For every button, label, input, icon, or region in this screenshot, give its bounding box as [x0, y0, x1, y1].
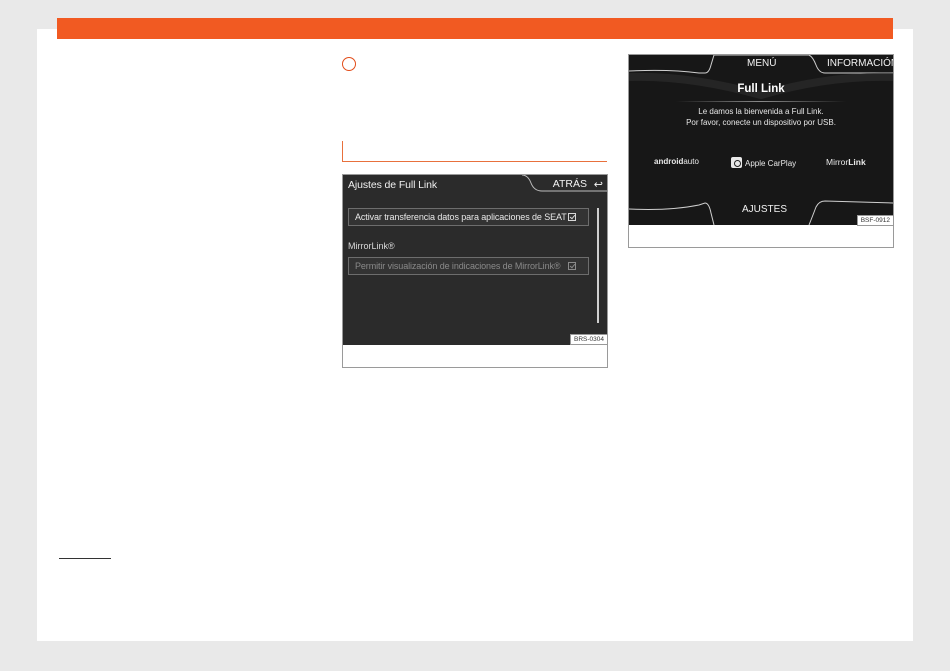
- tab-settings[interactable]: AJUSTES: [742, 204, 787, 215]
- figure-full-link-settings: Ajustes de Full Link ATRÁS ↩ Activar tra…: [342, 174, 608, 368]
- back-button[interactable]: ATRÁS: [553, 178, 587, 190]
- setting-label: Activar transferencia datos para aplicac…: [355, 212, 567, 222]
- carplay-label: Apple CarPlay: [745, 159, 797, 168]
- mirrorlink-logo-prefix: Mirror: [826, 157, 849, 167]
- apple-carplay-button[interactable]: Apple CarPlay: [731, 157, 796, 168]
- screen-title: Full Link: [737, 83, 785, 95]
- welcome-screen: MENÚ INFORMACIÓN Full Link Le damos la b…: [629, 55, 893, 225]
- section-divider-tick: [342, 141, 343, 162]
- welcome-message: Le damos la bienvenida a Full Link.: [698, 107, 824, 116]
- android-auto-logo-suffix: auto: [683, 157, 699, 166]
- setting-row-seat-apps[interactable]: Activar transferencia datos para aplicac…: [348, 208, 589, 226]
- settings-screen: Ajustes de Full Link ATRÁS ↩ Activar tra…: [343, 175, 607, 345]
- carplay-icon: [731, 157, 742, 168]
- figure-code: BSF-0912: [856, 215, 894, 226]
- title-divider: [676, 101, 846, 102]
- setting-label: Permitir visualización de indicaciones d…: [355, 261, 561, 271]
- mirrorlink-section-label: MirrorLink®: [348, 241, 395, 251]
- checkbox-checked-icon[interactable]: [568, 262, 576, 270]
- figure-full-link-welcome: MENÚ INFORMACIÓN Full Link Le damos la b…: [628, 54, 894, 248]
- figure-code: BRS-0304: [570, 334, 608, 345]
- android-auto-button[interactable]: androidauto: [654, 157, 699, 166]
- setting-row-mirrorlink[interactable]: Permitir visualización de indicaciones d…: [348, 257, 589, 275]
- connect-instruction: Por favor, conecte un dispositivo por US…: [686, 118, 836, 127]
- screen-title: Ajustes de Full Link: [348, 179, 438, 191]
- android-auto-logo-prefix: android: [654, 157, 684, 166]
- mirrorlink-button[interactable]: MirrorLink: [826, 157, 866, 167]
- scrollbar[interactable]: [597, 208, 599, 323]
- screen-frame-decoration: [629, 55, 893, 225]
- header-bar: [57, 18, 893, 39]
- mirrorlink-logo-suffix: Link: [848, 157, 866, 167]
- checkbox-checked-icon[interactable]: [568, 213, 576, 221]
- section-divider: [342, 161, 607, 162]
- info-circle-icon: [342, 57, 356, 71]
- footnote-divider: [59, 558, 111, 559]
- return-arrow-icon[interactable]: ↩: [594, 178, 603, 191]
- tab-menu[interactable]: MENÚ: [747, 58, 776, 69]
- tab-information[interactable]: INFORMACIÓN: [827, 58, 893, 69]
